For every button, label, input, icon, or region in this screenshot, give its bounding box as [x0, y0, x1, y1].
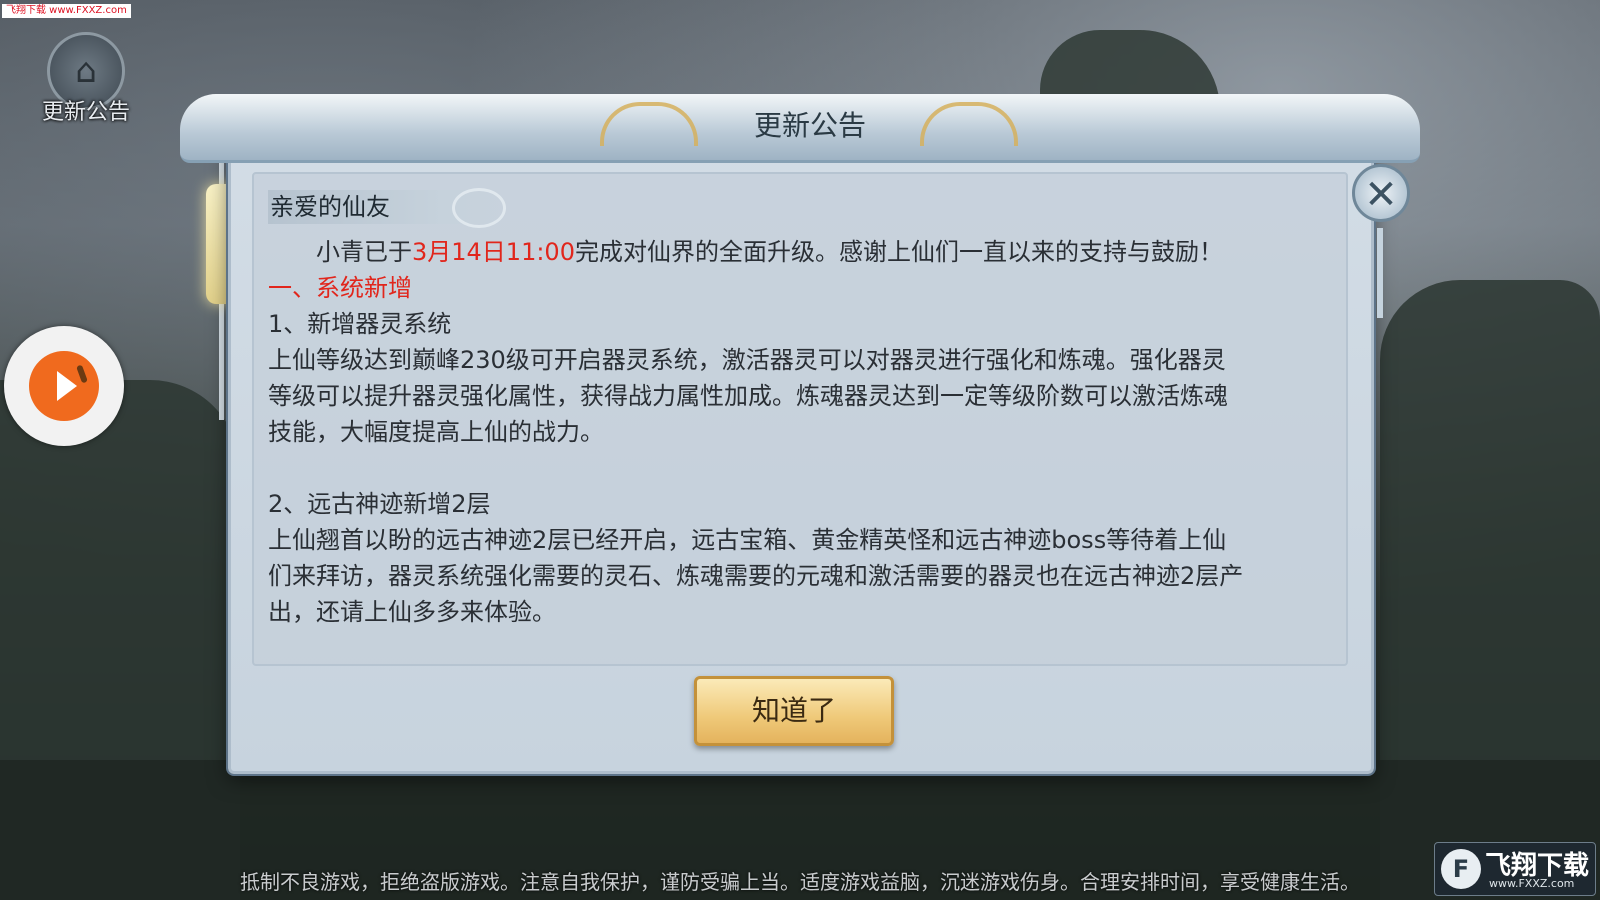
intro-line: 小青已于3月14日11:00完成对仙界的全面升级。感谢上仙们一直以来的支持与鼓励… [316, 232, 1223, 267]
notice-button[interactable]: ⌂ 更新公告 [36, 32, 136, 126]
item2-line: 上仙翘首以盼的远古神迹2层已经开启，远古宝箱、黄金精英怪和远古神迹boss等待着… [268, 526, 1227, 554]
close-button[interactable]: ✕ [1352, 164, 1410, 222]
floating-play-button[interactable] [4, 326, 124, 446]
intro-after: 完成对仙界的全面升级。感谢上仙们一直以来的支持与鼓励！ [574, 238, 1223, 266]
intro-before: 小青已于 [316, 238, 412, 266]
item2-line: 们来拜访，器灵系统强化需要的灵石、炼魂需要的元魂和激活需要的器灵也在远古神迹2层… [268, 562, 1244, 590]
site-logo: F 飞翔下载 www.FXXZ.com [1434, 842, 1596, 896]
logo-url: www.FXXZ.com [1489, 877, 1575, 890]
item1-line: 技能，大幅度提高上仙的战力。 [268, 418, 604, 446]
notice-button-label: 更新公告 [41, 100, 130, 125]
cloud-ornament-icon [452, 188, 506, 228]
dialog-title: 更新公告 [753, 109, 866, 142]
intro-time: 3月14日11:00 [412, 238, 575, 266]
health-notice-footer: 抵制不良游戏，拒绝盗版游戏。注意自我保护，谨防受骗上当。适度游戏益脑，沉迷游戏伤… [240, 870, 1360, 894]
item1-line: 上仙等级达到巅峰230级可开启器灵系统，激活器灵可以对器灵进行强化和炼魂。强化器… [268, 346, 1226, 374]
close-ribbon [1377, 228, 1383, 318]
watermark-top: 飞翔下载 www.FXXZ.com [2, 4, 131, 18]
play-icon [29, 351, 99, 421]
item1-line: 等级可以提升器灵强化属性，获得战力属性加成。炼魂器灵达到一定等级阶数可以激活炼魂 [268, 382, 1228, 410]
logo-badge: F [1441, 849, 1481, 889]
item2-line: 出，还请上仙多多来体验。 [268, 598, 556, 626]
item1-title: 1、新增器灵系统 [268, 310, 452, 338]
section-title: 一、系统新增 [268, 274, 412, 302]
ok-button[interactable]: 知道了 [694, 676, 894, 746]
item2-title: 2、远古神迹新增2层 [268, 490, 491, 518]
